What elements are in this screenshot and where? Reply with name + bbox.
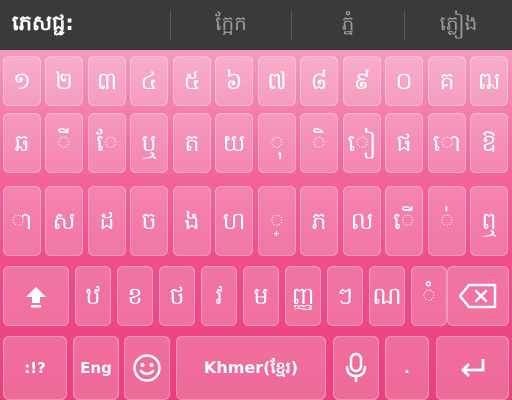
key-ry[interactable]: ឬ xyxy=(130,113,168,173)
key-coeng[interactable]: ្ xyxy=(258,186,296,256)
suggestion-strip: ភេសជ្ជ: ក្អែក ភ្នំ ភ្លៀង xyxy=(0,0,512,50)
language-switch-key[interactable]: Eng xyxy=(73,336,119,400)
key-cho[interactable]: ច xyxy=(130,186,168,256)
key-4[interactable]: ៤ xyxy=(130,56,168,106)
key-chho[interactable]: ឆ xyxy=(3,113,41,173)
key-vowel-oo[interactable]: ោ xyxy=(428,113,466,173)
emoji-smiley-icon xyxy=(133,354,161,382)
key-3[interactable]: ៣ xyxy=(88,56,126,106)
key-tto[interactable]: ឋ xyxy=(75,266,111,326)
shift-key[interactable] xyxy=(3,266,69,326)
backspace-icon xyxy=(459,283,497,309)
symbols-key[interactable]: :!? xyxy=(3,336,67,400)
key-nyo[interactable]: ញ្ញ xyxy=(285,266,321,326)
key-vowel-ii[interactable]: ី xyxy=(45,113,83,173)
key-9[interactable]: ៩ xyxy=(343,56,381,106)
key-lo[interactable]: ល xyxy=(343,186,381,256)
key-mo[interactable]: ម xyxy=(243,266,279,326)
key-kho[interactable]: ខ xyxy=(117,266,153,326)
key-to[interactable]: ត xyxy=(173,113,211,173)
key-0[interactable]: ០ xyxy=(385,56,423,106)
backspace-key[interactable] xyxy=(447,266,509,326)
key-2[interactable]: ២ xyxy=(45,56,83,106)
suggestion-1[interactable]: ភេសជ្ជ: xyxy=(0,0,182,50)
key-5[interactable]: ៥ xyxy=(173,56,211,106)
keyboard: ភេសជ្ជ: ក្អែក ភ្នំ ភ្លៀង ១ ២ ៣ ៤ ៥ ៦ ៧ ៨… xyxy=(0,0,512,400)
key-ho[interactable]: ហ xyxy=(215,186,253,256)
key-lek-too[interactable]: ៗ xyxy=(327,266,363,326)
key-tho[interactable]: ឍ xyxy=(470,56,508,106)
key-vowel-ie[interactable]: ៀ xyxy=(343,113,381,173)
key-vowel-aa[interactable]: ា xyxy=(3,186,41,256)
key-vowel-i[interactable]: ិ xyxy=(300,113,338,173)
space-bar[interactable]: Khmer(ខ្មែរ) xyxy=(176,336,326,400)
key-vowel-oe[interactable]: ើ xyxy=(385,186,423,256)
period-key[interactable]: . xyxy=(385,336,429,400)
key-6[interactable]: ៦ xyxy=(215,56,253,106)
key-nno[interactable]: ណ xyxy=(369,266,405,326)
voice-input-key[interactable] xyxy=(333,336,379,400)
enter-return-icon xyxy=(461,359,484,377)
key-so[interactable]: ស xyxy=(45,186,83,256)
key-nikahit[interactable]: ំ xyxy=(411,266,447,326)
key-vowel-ae[interactable]: ែ xyxy=(88,113,126,173)
key-pho-2[interactable]: ភ xyxy=(300,186,338,256)
key-tho-2[interactable]: ថ xyxy=(159,266,195,326)
suggestion-4[interactable]: ភ្លៀង xyxy=(405,0,512,50)
key-8[interactable]: ៨ xyxy=(300,56,338,106)
key-do[interactable]: ដ xyxy=(88,186,126,256)
key-yo[interactable]: យ xyxy=(215,113,253,173)
key-pho[interactable]: ផ xyxy=(385,113,423,173)
key-7[interactable]: ៧ xyxy=(258,56,296,106)
emoji-key[interactable] xyxy=(124,336,170,400)
key-vowel-u[interactable]: ុ xyxy=(258,113,296,173)
enter-key[interactable] xyxy=(436,336,509,400)
key-bantoc[interactable]: ់ xyxy=(428,186,466,256)
key-ngo[interactable]: ង xyxy=(173,186,211,256)
shift-arrow-icon xyxy=(26,287,46,308)
suggestion-2[interactable]: ក្អែក xyxy=(171,0,291,50)
key-lue[interactable]: ឮ xyxy=(470,186,508,256)
key-1[interactable]: ១ xyxy=(3,56,41,106)
microphone-icon xyxy=(345,352,367,382)
suggestion-3[interactable]: ភ្នំ xyxy=(292,0,404,50)
key-ko[interactable]: គ xyxy=(428,56,466,106)
key-ao[interactable]: ឱ xyxy=(470,113,508,173)
key-vo[interactable]: វ xyxy=(201,266,237,326)
